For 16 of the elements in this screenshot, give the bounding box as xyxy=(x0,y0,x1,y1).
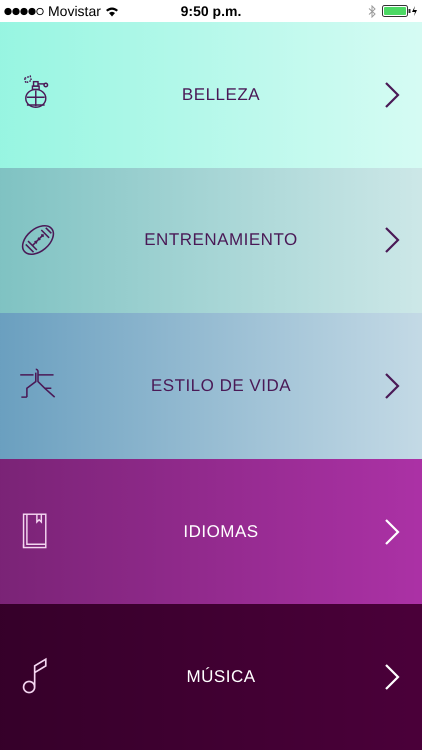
category-item[interactable]: IDIOMAS xyxy=(0,458,422,604)
clock-time: 9:50 p.m. xyxy=(180,3,242,19)
category-item[interactable]: ENTRENAMIENTO xyxy=(0,168,422,314)
wifi-icon xyxy=(104,6,119,16)
chevron-icon xyxy=(384,518,400,546)
signal-icon xyxy=(4,6,44,16)
category-item[interactable]: MÚSICA xyxy=(0,604,422,750)
chevron-icon xyxy=(384,226,400,254)
chevron-icon xyxy=(384,663,400,692)
bluetooth-icon xyxy=(368,4,376,18)
category-item[interactable]: BELLEZA xyxy=(0,22,422,168)
chevron-icon xyxy=(384,80,400,109)
chevron-icon xyxy=(384,372,400,400)
battery-icon xyxy=(382,5,418,17)
carrier-name: Movistar xyxy=(48,3,101,19)
category-item[interactable]: ESTILO DE VIDA xyxy=(0,313,422,459)
